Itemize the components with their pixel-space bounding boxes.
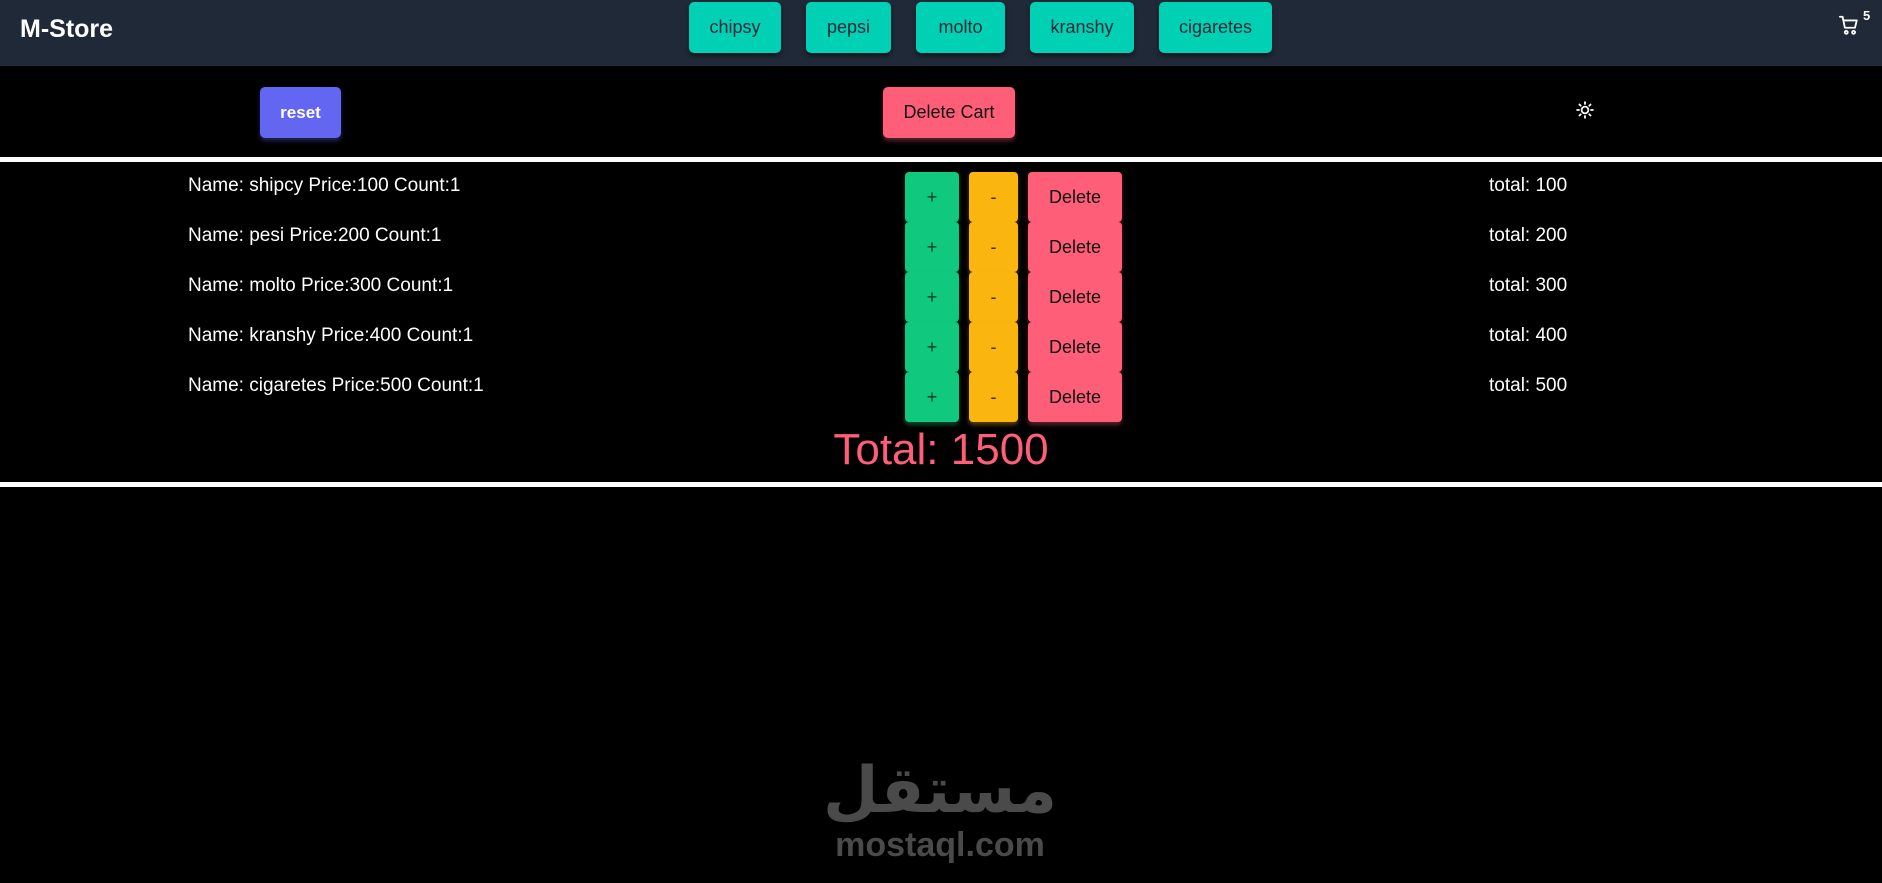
delete-item-button[interactable]: Delete	[1028, 272, 1122, 322]
cart-item-info: Name: molto Price:300 Count:1	[188, 275, 454, 296]
product-button-cigaretes[interactable]: cigaretes	[1159, 2, 1272, 53]
grand-total: Total: 1500	[833, 425, 1049, 474]
decrement-button[interactable]: -	[969, 222, 1018, 272]
delete-item-button[interactable]: Delete	[1028, 372, 1122, 422]
increment-button[interactable]: +	[905, 322, 959, 372]
decrement-button[interactable]: -	[969, 372, 1018, 422]
cart-item-info: Name: kranshy Price:400 Count:1	[188, 325, 474, 346]
cart-item-info: Name: shipcy Price:100 Count:1	[188, 175, 461, 196]
product-button-pepsi[interactable]: pepsi	[806, 2, 891, 53]
watermark-logo: مستقل mostaql.com	[820, 755, 1060, 865]
item-total: total: 400	[1489, 325, 1568, 346]
increment-button[interactable]: +	[905, 372, 959, 422]
decrement-button[interactable]: -	[969, 272, 1018, 322]
increment-button[interactable]: +	[905, 222, 959, 272]
cart-row: Name: pesi Price:200 Count:1 + - Delete …	[0, 222, 1882, 272]
top-divider	[0, 157, 1882, 162]
cart-icon	[1838, 14, 1860, 41]
cart-button[interactable]: 5	[1836, 8, 1876, 48]
cart-row: Name: shipcy Price:100 Count:1 + - Delet…	[0, 172, 1882, 222]
theme-toggle-button[interactable]	[1576, 101, 1596, 121]
cart-row: Name: kranshy Price:400 Count:1 + - Dele…	[0, 322, 1882, 372]
cart-count-badge: 5	[1863, 8, 1871, 23]
item-total: total: 500	[1489, 375, 1568, 396]
delete-item-button[interactable]: Delete	[1028, 222, 1122, 272]
item-total: total: 200	[1489, 225, 1568, 246]
cart-row: Name: molto Price:300 Count:1 + - Delete…	[0, 272, 1882, 322]
watermark-arabic-text: مستقل	[822, 754, 1058, 828]
bottom-divider	[0, 482, 1882, 487]
increment-button[interactable]: +	[905, 172, 959, 222]
sun-icon	[1576, 101, 1594, 123]
watermark-latin-text: mostaql.com	[835, 826, 1045, 864]
decrement-button[interactable]: -	[969, 322, 1018, 372]
increment-button[interactable]: +	[905, 272, 959, 322]
delete-item-button[interactable]: Delete	[1028, 322, 1122, 372]
product-button-molto[interactable]: molto	[916, 2, 1005, 53]
reset-button[interactable]: reset	[260, 87, 341, 138]
delete-cart-button[interactable]: Delete Cart	[883, 87, 1015, 138]
delete-item-button[interactable]: Delete	[1028, 172, 1122, 222]
item-total: total: 300	[1489, 275, 1568, 296]
cart-row: Name: cigaretes Price:500 Count:1 + - De…	[0, 372, 1882, 422]
navbar: M-Store chipsy pepsi molto kranshy cigar…	[0, 0, 1882, 66]
decrement-button[interactable]: -	[969, 172, 1018, 222]
product-button-kranshy[interactable]: kranshy	[1030, 2, 1134, 53]
cart-item-info: Name: pesi Price:200 Count:1	[188, 225, 442, 246]
cart-item-info: Name: cigaretes Price:500 Count:1	[188, 375, 484, 396]
product-button-chipsy[interactable]: chipsy	[689, 2, 781, 53]
brand-logo[interactable]: M-Store	[20, 14, 113, 44]
item-total: total: 100	[1489, 175, 1568, 196]
